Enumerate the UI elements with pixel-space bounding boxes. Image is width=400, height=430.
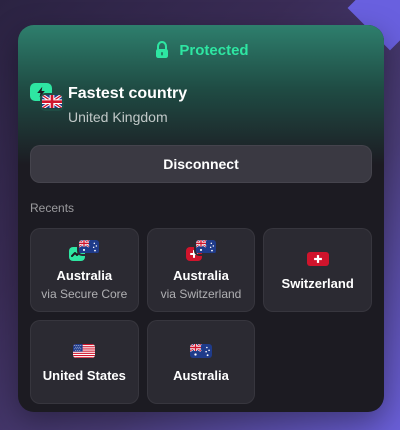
disconnect-button[interactable]: Disconnect [30,145,372,183]
recent-item-icon-wrap [306,248,329,270]
australia-flag-icon [189,344,212,358]
recent-item-name: Australia [56,268,113,283]
recent-item-icon-wrap [189,340,212,362]
switzerland-australia-flag-icon [185,240,216,262]
australia-flag-icon [79,240,100,254]
recent-item-icon-wrap [185,240,216,262]
recent-item-icon-wrap [69,240,100,262]
secure-core-australia-flag-icon [69,240,100,262]
switzerland-flag-icon [306,252,329,266]
recent-item-subtitle: via Switzerland [160,287,242,301]
connection-status: Protected [18,41,384,59]
current-connection: Fastest country United Kingdom [30,83,370,127]
recent-item-australia-via-secure-core[interactable]: Australia via Secure Core [30,228,139,312]
recent-item-name: Australia [173,368,229,383]
recent-item-name: Switzerland [281,276,354,291]
connection-title: Fastest country [68,85,188,102]
recent-item-name: Australia [173,268,229,283]
australia-flag-icon [195,240,216,254]
recent-item-name: United States [42,368,126,383]
recent-item-australia[interactable]: Australia [146,320,256,404]
connection-country: United Kingdom [68,109,168,125]
recents-label: Recents [30,201,75,215]
us-flag-icon [73,344,96,358]
recent-item-icon-wrap [73,340,96,362]
recent-item-subtitle: via Secure Core [41,287,128,301]
uk-flag-icon [42,95,62,109]
vpn-status-panel: Protected Fastest country United Kingdom [18,25,384,412]
recent-item-australia-via-switzerland[interactable]: Australia via Switzerland [146,228,256,312]
fastest-country-icon-stack [30,83,62,113]
status-text: Protected [179,41,249,59]
recents-grid: Australia via Secure Core Australia via … [30,228,372,404]
recent-item-switzerland[interactable]: Switzerland [263,228,372,312]
lock-icon [153,41,171,59]
recent-item-united-states[interactable]: United States [30,320,139,404]
